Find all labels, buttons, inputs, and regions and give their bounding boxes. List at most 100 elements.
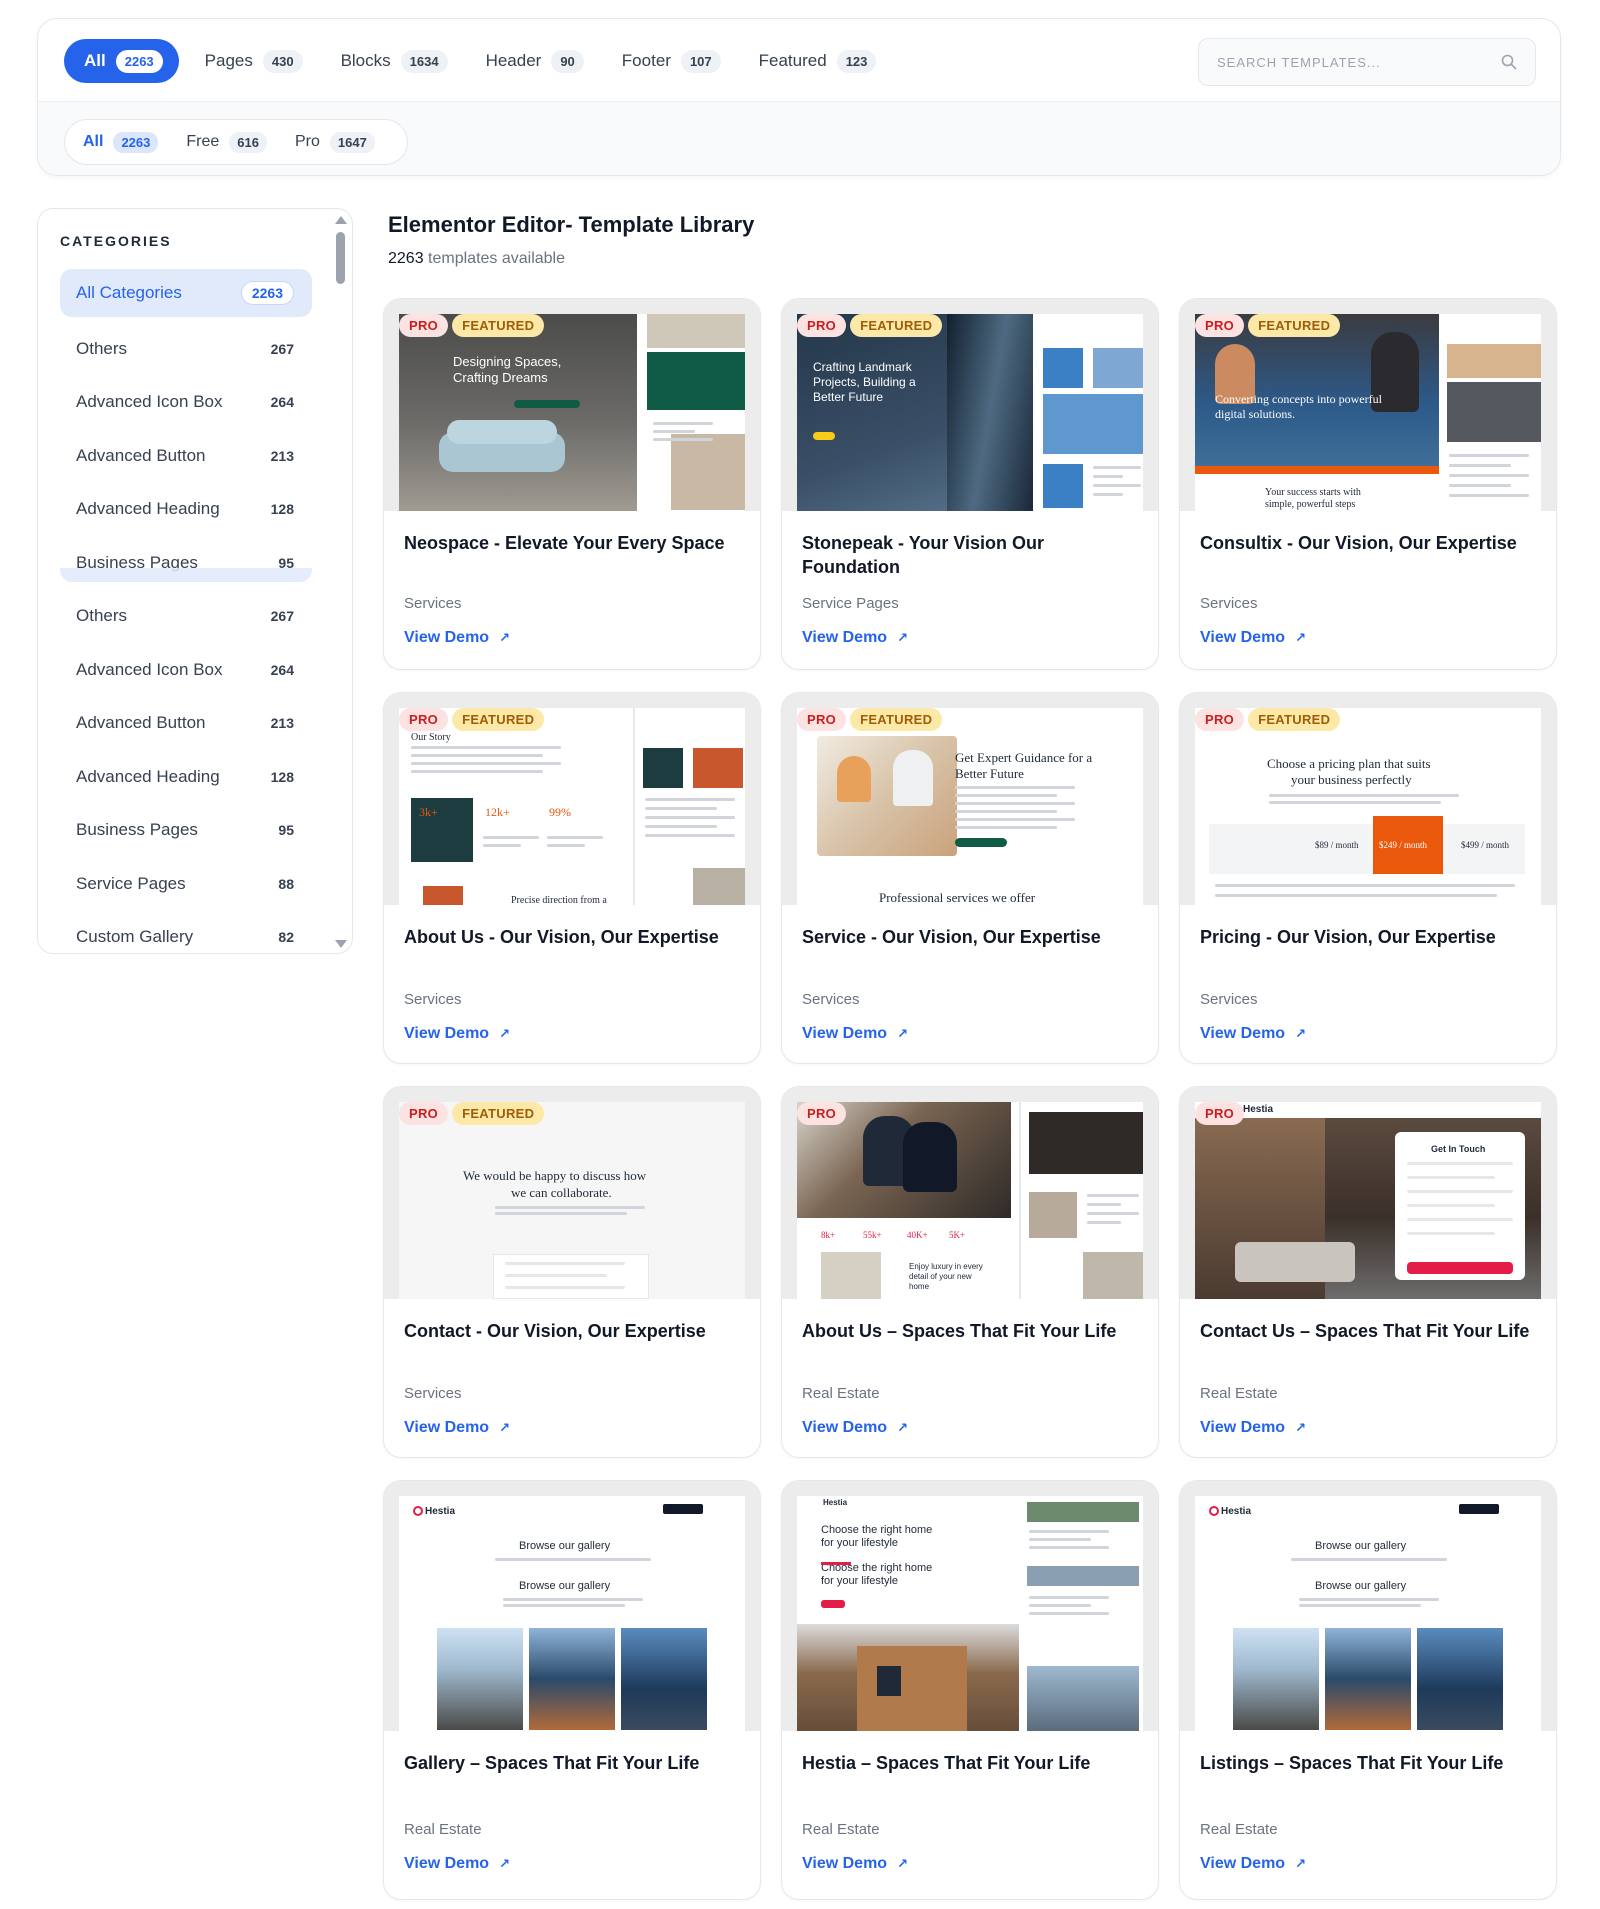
person-shape xyxy=(903,1122,957,1192)
category-item[interactable]: Advanced Button 213 xyxy=(60,697,312,751)
photo xyxy=(1447,382,1541,442)
view-demo-link[interactable]: View Demo ↗ xyxy=(802,1419,908,1437)
template-category: Services xyxy=(1200,991,1258,1008)
view-demo-link[interactable]: View Demo ↗ xyxy=(1200,1025,1306,1043)
template-thumbnail[interactable]: 8k+ 55k+ 40K+ 5K+ Enjoy luxury in every detai… xyxy=(782,1087,1158,1299)
tab-pages[interactable]: Pages 430 xyxy=(205,39,323,83)
thumbnail-text: Choose the right home xyxy=(821,1524,933,1536)
template-thumbnail[interactable]: Hestia Choose the right home for your life… xyxy=(782,1481,1158,1731)
thumbnail-text: simple, powerful steps xyxy=(1265,499,1356,510)
category-item[interactable]: Others 267 xyxy=(60,590,312,644)
placeholder-line xyxy=(1029,1612,1109,1615)
featured-badge: FEATURED xyxy=(1248,314,1341,337)
placeholder-line xyxy=(411,762,561,765)
thumbnail-text: 99% xyxy=(549,805,571,819)
license-tab-pro[interactable]: Pro 1647 xyxy=(285,126,385,158)
category-item[interactable]: Service Pages 88 xyxy=(60,857,312,911)
view-demo-link[interactable]: View Demo ↗ xyxy=(404,1025,510,1043)
scrollbar-thumb[interactable] xyxy=(336,232,345,284)
category-item[interactable]: Business Pages 95 xyxy=(60,804,312,858)
template-badges: PRO FEATURED xyxy=(399,1102,545,1125)
template-preview: Converting concepts into powerful digital… xyxy=(1195,314,1541,511)
tab-count: 430 xyxy=(262,49,303,73)
house-photo xyxy=(1325,1628,1411,1730)
tab-header[interactable]: Header 90 xyxy=(486,39,604,83)
pro-badge: PRO xyxy=(797,1102,847,1125)
tab-featured[interactable]: Featured 123 xyxy=(759,39,897,83)
template-thumbnail[interactable]: Hestia Browse our gallery Browse our galle… xyxy=(1180,1481,1556,1731)
thumbnail-text: $249 / month xyxy=(1379,840,1428,850)
template-category: Real Estate xyxy=(802,1385,880,1402)
view-demo-link[interactable]: View Demo ↗ xyxy=(802,1025,908,1043)
thumbnail-text: detail of your new xyxy=(909,1272,972,1281)
thumbnail-text: Crafting Dreams xyxy=(453,370,548,385)
sidebar-scrollbar[interactable] xyxy=(334,212,348,952)
template-card[interactable]: Get Expert Guidance for a Better Future Pr… xyxy=(781,692,1159,1064)
template-thumbnail[interactable]: Crafting Landmark Projects, Building a Bet… xyxy=(782,299,1158,511)
category-count: 128 xyxy=(270,768,294,785)
external-arrow-icon: ↗ xyxy=(499,630,510,645)
thumbnail-text: 55k+ xyxy=(863,1230,882,1240)
scroll-up-arrow-icon[interactable] xyxy=(335,216,347,224)
view-demo-link[interactable]: View Demo ↗ xyxy=(802,1855,908,1873)
view-demo-link[interactable]: View Demo ↗ xyxy=(1200,1855,1306,1873)
view-demo-label: View Demo xyxy=(404,1025,490,1042)
scroll-down-arrow-icon[interactable] xyxy=(335,940,347,948)
view-demo-link[interactable]: View Demo ↗ xyxy=(1200,1419,1306,1437)
photo-grid xyxy=(1027,1666,1139,1731)
template-thumbnail[interactable]: Hestia Get In Touch PRO xyxy=(1180,1087,1556,1299)
hero-image xyxy=(399,314,637,511)
template-card[interactable]: Hestia Browse our gallery Browse our galle… xyxy=(383,1480,761,1900)
view-demo-link[interactable]: View Demo ↗ xyxy=(404,1419,510,1437)
license-tab-all[interactable]: All 2263 xyxy=(73,126,168,158)
template-card[interactable]: Hestia Get In Touch PRO Contact Us – Spaces… xyxy=(1179,1086,1557,1458)
template-card[interactable]: Our Story 3k+ 12k+ 99% Precise direction fro… xyxy=(383,692,761,1064)
category-item[interactable]: Business Pages 95 xyxy=(60,536,312,590)
category-item[interactable]: Advanced Icon Box 264 xyxy=(60,376,312,430)
template-card[interactable]: We would be happy to discuss how we can c… xyxy=(383,1086,761,1458)
category-item[interactable]: Advanced Heading 128 xyxy=(60,750,312,804)
template-card[interactable]: Crafting Landmark Projects, Building a Bet… xyxy=(781,298,1159,670)
template-thumbnail[interactable]: Choose a pricing plan that suits your bus… xyxy=(1180,693,1556,905)
template-thumbnail[interactable]: Our Story 3k+ 12k+ 99% Precise direction fro… xyxy=(384,693,760,905)
template-preview: We would be happy to discuss how we can c… xyxy=(399,1102,745,1299)
view-demo-link[interactable]: View Demo ↗ xyxy=(404,1855,510,1873)
license-tab-free[interactable]: Free 616 xyxy=(176,126,277,158)
view-demo-label: View Demo xyxy=(1200,1855,1286,1872)
view-demo-link[interactable]: View Demo ↗ xyxy=(404,629,510,647)
category-item[interactable]: Custom Gallery 82 xyxy=(60,911,312,954)
template-card[interactable]: Designing Spaces, Crafting Dreams PRO FEATU… xyxy=(383,298,761,670)
view-demo-link[interactable]: View Demo ↗ xyxy=(1200,629,1306,647)
template-thumbnail[interactable]: Hestia Browse our gallery Browse our galle… xyxy=(384,1481,760,1731)
category-item[interactable]: Advanced Heading 128 xyxy=(60,483,312,537)
template-card[interactable]: Converting concepts into powerful digital… xyxy=(1179,298,1557,670)
featured-badge: FEATURED xyxy=(850,314,943,337)
view-demo-link[interactable]: View Demo ↗ xyxy=(802,629,908,647)
thumbnail-text: Enjoy luxury in every xyxy=(909,1262,983,1271)
category-item[interactable]: Advanced Icon Box 264 xyxy=(60,643,312,697)
template-category: Services xyxy=(404,991,462,1008)
template-thumbnail[interactable]: Designing Spaces, Crafting Dreams PRO FEATU… xyxy=(384,299,760,511)
house-photo xyxy=(529,1628,615,1730)
tab-blocks[interactable]: Blocks 1634 xyxy=(341,39,468,83)
category-item[interactable]: Advanced Button 213 xyxy=(60,429,312,483)
template-card[interactable]: Hestia Browse our gallery Browse our galle… xyxy=(1179,1480,1557,1900)
category-label: Others xyxy=(76,606,128,626)
search-input[interactable] xyxy=(1217,54,1501,70)
tab-all[interactable]: All 2263 xyxy=(64,39,179,83)
template-thumbnail[interactable]: Get Expert Guidance for a Better Future Pr… xyxy=(782,693,1158,905)
template-category: Service Pages xyxy=(802,595,899,612)
placeholder-line xyxy=(653,430,695,433)
tab-footer[interactable]: Footer 107 xyxy=(622,39,741,83)
category-item-all[interactable]: All Categories 2263 xyxy=(60,269,312,317)
search-icon[interactable] xyxy=(1501,54,1517,70)
template-thumbnail[interactable]: We would be happy to discuss how we can c… xyxy=(384,1087,760,1299)
template-card[interactable]: Choose a pricing plan that suits your bus… xyxy=(1179,692,1557,1064)
category-count: 213 xyxy=(270,447,294,464)
thumbnail-text: 8k+ xyxy=(821,1230,836,1240)
category-item[interactable]: Others 267 xyxy=(60,322,312,376)
template-card[interactable]: Hestia Choose the right home for your life… xyxy=(781,1480,1159,1900)
template-thumbnail[interactable]: Converting concepts into powerful digital… xyxy=(1180,299,1556,511)
view-demo-label: View Demo xyxy=(802,1025,888,1042)
template-card[interactable]: 8k+ 55k+ 40K+ 5K+ Enjoy luxury in every detai… xyxy=(781,1086,1159,1458)
